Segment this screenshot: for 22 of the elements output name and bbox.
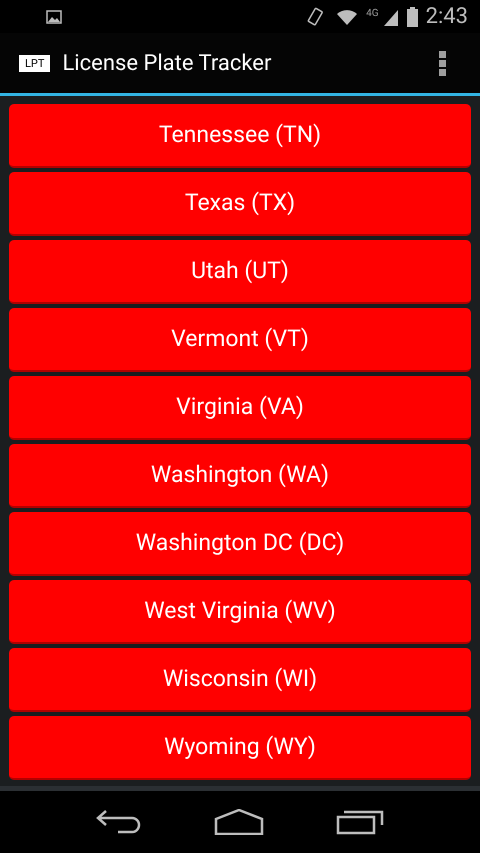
back-icon[interactable] <box>96 808 142 835</box>
network-type: 4G <box>366 7 379 21</box>
state-button[interactable]: West Virginia (WV) <box>9 580 471 644</box>
home-icon[interactable] <box>214 808 264 835</box>
app-logo: LPT <box>19 54 50 72</box>
state-button[interactable]: Utah (UT) <box>9 240 471 304</box>
image-icon <box>46 10 62 24</box>
battery-icon <box>406 6 418 26</box>
state-button[interactable]: Washington DC (DC) <box>9 512 471 576</box>
wifi-icon <box>336 8 358 24</box>
app-title: License Plate Tracker <box>62 50 272 78</box>
clock-time: 2:43 <box>426 3 468 31</box>
state-button[interactable]: Tennessee (TN) <box>9 104 471 168</box>
state-button[interactable]: Virginia (VA) <box>9 376 471 440</box>
state-button[interactable]: Washington (WA) <box>9 444 471 508</box>
signal-icon <box>382 8 399 26</box>
state-button[interactable]: Texas (TX) <box>9 172 471 236</box>
vibrate-icon <box>306 6 324 26</box>
state-button[interactable]: Wyoming (WY) <box>9 716 471 780</box>
state-button[interactable]: Vermont (VT) <box>9 308 471 372</box>
state-button[interactable]: Wisconsin (WI) <box>9 648 471 712</box>
recent-apps-icon[interactable] <box>336 808 384 835</box>
